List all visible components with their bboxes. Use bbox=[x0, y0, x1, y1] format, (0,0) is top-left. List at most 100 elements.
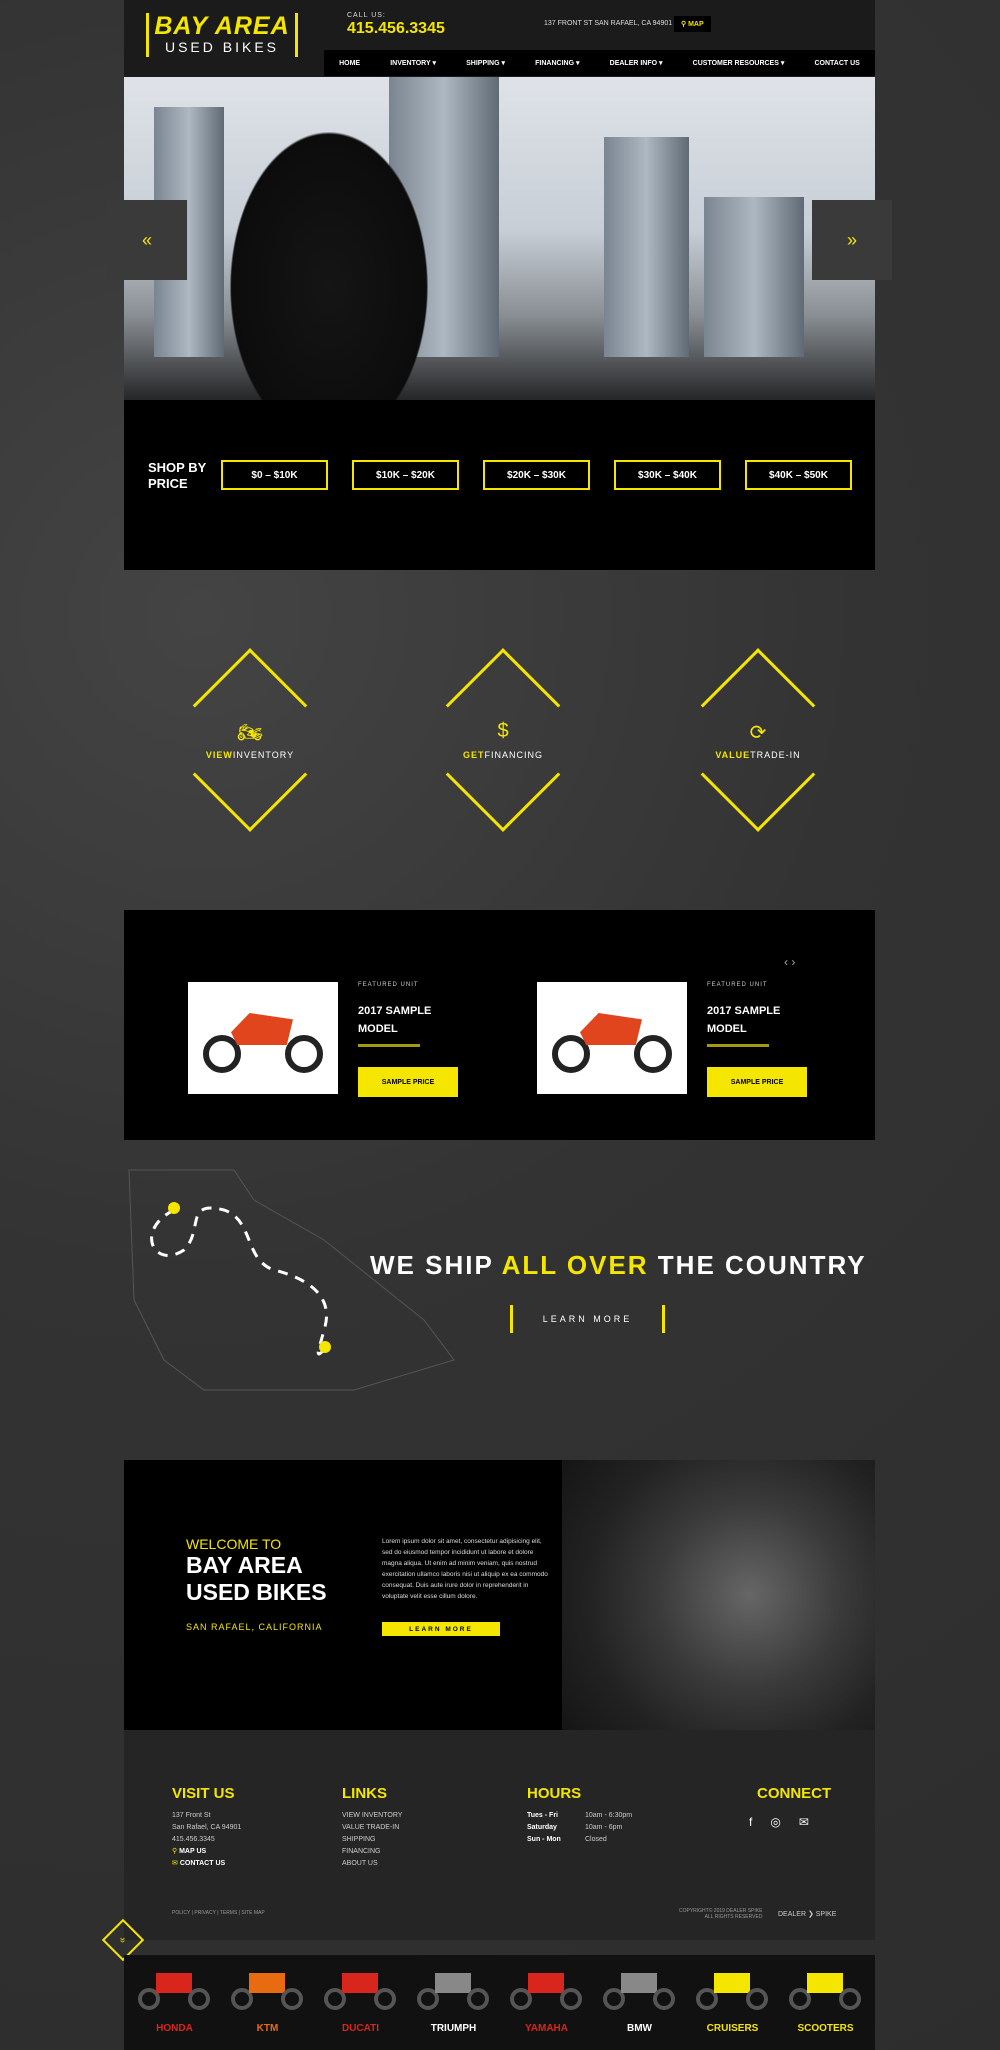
hours-row: Sun - Mon Closed bbox=[527, 1836, 607, 1843]
hero-building bbox=[704, 197, 804, 357]
site-footer: VISIT US 137 Front St San Rafael, CA 949… bbox=[124, 1730, 875, 1940]
welcome-title: BAY AREA USED BIKES bbox=[186, 1552, 327, 1605]
shop-label-line2: PRICE bbox=[148, 476, 188, 491]
unit-photo[interactable] bbox=[188, 982, 338, 1094]
brand-link[interactable]: YAMAHA bbox=[500, 1955, 593, 2050]
action-label: VALUETRADE-IN bbox=[715, 750, 801, 760]
phone-line[interactable]: 415.456.3345 bbox=[172, 1834, 241, 1846]
motorcycle-image bbox=[696, 1965, 768, 2010]
price-filter-button[interactable]: $0 – $10K bbox=[221, 460, 328, 490]
facebook-icon[interactable]: f bbox=[749, 1815, 770, 1829]
unit-kicker: FEATURED UNIT bbox=[707, 982, 768, 988]
footer-visit-list: 137 Front St San Rafael, CA 94901 415.45… bbox=[172, 1810, 241, 1870]
action-label: VIEWINVENTORY bbox=[205, 750, 295, 760]
logo[interactable]: BAY AREA USED BIKES bbox=[146, 13, 298, 57]
divider bbox=[707, 1044, 769, 1047]
footer-visit-heading: VISIT US bbox=[172, 1785, 235, 1802]
motorcycle-image bbox=[510, 1965, 582, 2010]
motocross-rider-image bbox=[562, 1460, 875, 1730]
brand-link[interactable]: TRIUMPH bbox=[407, 1955, 500, 2050]
hero-building bbox=[604, 137, 689, 357]
unit-photo[interactable] bbox=[537, 982, 687, 1094]
price-filter-button[interactable]: $10K – $20K bbox=[352, 460, 459, 490]
nav-shipping[interactable]: SHIPPING ▾ bbox=[466, 59, 505, 67]
main-nav: HOME INVENTORY ▾ SHIPPING ▾ FINANCING ▾ … bbox=[324, 50, 875, 76]
brand-link[interactable]: BMW bbox=[593, 1955, 686, 2050]
unit-kicker: FEATURED UNIT bbox=[358, 982, 419, 988]
value-trade-in-link[interactable]: ⟳ VALUETRADE-IN bbox=[648, 630, 868, 850]
motorcycle-image bbox=[417, 1965, 489, 2010]
footer-link[interactable]: VIEW INVENTORY bbox=[342, 1810, 402, 1822]
motorcycle-image bbox=[231, 1965, 303, 2010]
unit-title[interactable]: 2017 SAMPLE MODEL bbox=[707, 1002, 817, 1038]
logo-line2: USED BIKES bbox=[164, 39, 280, 55]
instagram-icon[interactable]: ◎ bbox=[770, 1815, 798, 1829]
dollar-icon: $ bbox=[497, 720, 509, 742]
divider bbox=[358, 1044, 420, 1047]
featured-carousel-arrows[interactable]: ‹ › bbox=[784, 955, 795, 969]
welcome-learn-more-button[interactable]: LEARN MORE bbox=[382, 1622, 500, 1636]
view-inventory-link[interactable]: 🏍 VIEWINVENTORY bbox=[140, 630, 360, 850]
dealer-spike-logo[interactable]: DEALER ❯ SPIKE bbox=[778, 1910, 836, 1918]
motorcycle-image bbox=[552, 1003, 672, 1073]
footer-hours-list: Tues - Fri 10am - 6:30pm Saturday 10am - 6… bbox=[527, 1810, 632, 1846]
unit-price-button[interactable]: SAMPLE PRICE bbox=[358, 1067, 458, 1097]
shop-by-price-label: SHOP BY PRICE bbox=[148, 460, 206, 492]
footer-connect-heading: CONNECT bbox=[757, 1785, 832, 1802]
brand-link[interactable]: SCOOTERS bbox=[779, 1955, 872, 2050]
call-label: CALL US: bbox=[347, 12, 386, 19]
nav-contact-us[interactable]: CONTACT US bbox=[814, 60, 859, 67]
footer-links-heading: LINKS bbox=[342, 1785, 387, 1802]
footer-link[interactable]: VALUE TRADE-IN bbox=[342, 1822, 402, 1834]
nav-financing[interactable]: FINANCING ▾ bbox=[535, 59, 579, 67]
brand-link[interactable]: HONDA bbox=[128, 1955, 221, 2050]
nav-customer-resources[interactable]: CUSTOMER RESOURCES ▾ bbox=[693, 59, 785, 67]
motorcycle-image bbox=[324, 1965, 396, 2010]
copyright: COPYRIGHT© 2019 DEALER SPIKE ALL RIGHTS R… bbox=[679, 1908, 763, 1920]
hero-slider bbox=[124, 77, 875, 417]
nav-inventory[interactable]: INVENTORY ▾ bbox=[390, 59, 436, 67]
footer-link[interactable]: ABOUT US bbox=[342, 1858, 402, 1870]
hero-prev-button[interactable]: « bbox=[107, 200, 187, 280]
welcome-body: Lorem ipsum dolor sit amet, consectetur … bbox=[382, 1538, 548, 1600]
chevron-right-icon: » bbox=[846, 229, 857, 250]
footer-links-list: VIEW INVENTORY VALUE TRADE-IN SHIPPING F… bbox=[342, 1810, 402, 1870]
phone-link[interactable]: 415.456.3345 bbox=[347, 20, 445, 38]
nav-home[interactable]: HOME bbox=[339, 60, 360, 67]
hero-next-button[interactable]: » bbox=[812, 200, 892, 280]
brand-name: DUCATI bbox=[341, 2023, 380, 2034]
address-text: 137 FRONT ST SAN RAFAEL, CA 94901 bbox=[544, 20, 673, 27]
price-filter-button[interactable]: $20K – $30K bbox=[483, 460, 590, 490]
footer-link[interactable]: FINANCING bbox=[342, 1846, 402, 1858]
contact-us-link[interactable]: ✉ CONTACT US bbox=[172, 1858, 241, 1870]
map-button[interactable]: ⚲ MAP bbox=[674, 16, 711, 32]
brand-link[interactable]: DUCATI bbox=[314, 1955, 407, 2050]
brand-link[interactable]: KTM bbox=[221, 1955, 314, 2050]
motorcycle-image bbox=[789, 1965, 861, 2010]
footer-link[interactable]: SHIPPING bbox=[342, 1834, 402, 1846]
unit-title[interactable]: 2017 SAMPLE MODEL bbox=[358, 1002, 468, 1038]
nav-dealer-info[interactable]: DEALER INFO ▾ bbox=[610, 59, 663, 67]
welcome-kicker: WELCOME TO bbox=[186, 1536, 282, 1552]
footer-hours-heading: HOURS bbox=[527, 1785, 582, 1802]
shop-label-line1: SHOP BY bbox=[148, 460, 207, 475]
unit-meta: FEATURED UNIT 2017 SAMPLE MODEL SAMPLE PR… bbox=[707, 982, 817, 1097]
motorcycle-icon: 🏍 bbox=[237, 722, 263, 744]
brand-name: SCOOTERS bbox=[797, 2023, 854, 2034]
shipping-heading: WE SHIP ALL OVER THE COUNTRY bbox=[370, 1250, 867, 1280]
get-financing-link[interactable]: $ GETFINANCING bbox=[393, 630, 613, 850]
price-filter-button[interactable]: $40K – $50K bbox=[745, 460, 852, 490]
brand-link[interactable]: CRUISERS bbox=[686, 1955, 779, 2050]
brand-name: HONDA bbox=[156, 2023, 193, 2034]
motorcycle-image bbox=[138, 1965, 210, 2010]
brand-strip: HONDA KTM DUCATI TRIUMPH YAMAHA BMW CRUISERS SC… bbox=[124, 1955, 875, 2050]
shipping-learn-more-button[interactable]: LEARN MORE bbox=[510, 1305, 665, 1333]
price-filter-button[interactable]: $30K – $40K bbox=[614, 460, 721, 490]
brand-name: BMW bbox=[627, 2023, 652, 2034]
unit-price-button[interactable]: SAMPLE PRICE bbox=[707, 1067, 807, 1097]
legal-links[interactable]: POLICY | PRIVACY | TERMS | SITE MAP bbox=[172, 1910, 265, 1916]
address-line: San Rafael, CA 94901 bbox=[172, 1824, 242, 1831]
email-icon[interactable]: ✉ bbox=[799, 1815, 827, 1829]
unit-meta: FEATURED UNIT 2017 SAMPLE MODEL SAMPLE PR… bbox=[358, 982, 468, 1097]
map-us-link[interactable]: ⚲ MAP US bbox=[172, 1846, 241, 1858]
